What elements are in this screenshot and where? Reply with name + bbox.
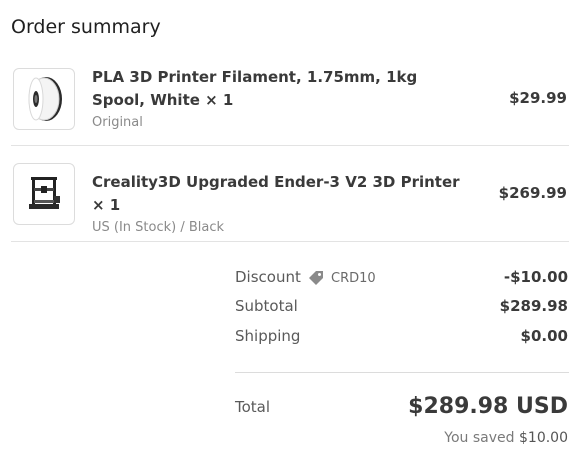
discount-row: Discount CRD10 -$10.00 xyxy=(235,268,569,290)
subtotal-value: $289.98 xyxy=(499,297,568,315)
product-thumbnail[interactable] xyxy=(13,163,75,225)
product-variant: US (In Stock) / Black xyxy=(92,220,225,235)
summary-divider xyxy=(235,372,569,373)
shipping-label: Shipping xyxy=(235,327,301,345)
savings-label: You saved xyxy=(444,430,519,446)
line-item: PLA 3D Printer Filament, 1.75mm, 1kg Spo… xyxy=(11,66,569,146)
discount-code-badge: CRD10 xyxy=(307,269,376,287)
subtotal-row: Subtotal $289.98 xyxy=(235,297,569,319)
discount-code: CRD10 xyxy=(331,270,376,286)
order-summary-title: Order summary xyxy=(11,16,161,38)
tag-icon xyxy=(309,271,323,285)
shipping-value: $0.00 xyxy=(520,327,568,345)
discount-value: -$10.00 xyxy=(503,268,568,286)
3d-printer-icon xyxy=(29,177,60,209)
line-item: Creality3D Upgraded Ender-3 V2 3D Printe… xyxy=(11,161,569,242)
product-price: $269.99 xyxy=(498,184,567,202)
product-name: Creality3D Upgraded Ender-3 V2 3D Printe… xyxy=(92,173,460,214)
discount-label: Discount xyxy=(235,268,301,286)
total-label: Total xyxy=(235,398,271,416)
filament-spool-icon xyxy=(28,77,62,121)
shipping-row: Shipping $0.00 xyxy=(235,327,569,349)
product-name: PLA 3D Printer Filament, 1.75mm, 1kg Spo… xyxy=(92,68,418,109)
subtotal-label: Subtotal xyxy=(235,297,298,315)
product-thumbnail[interactable] xyxy=(13,68,75,130)
total-value: $289.98 USD xyxy=(408,394,568,419)
savings-value: $10.00 xyxy=(519,430,568,446)
product-price: $29.99 xyxy=(509,89,567,107)
product-variant: Original xyxy=(92,115,143,130)
savings-text: You saved $10.00 xyxy=(444,430,568,446)
